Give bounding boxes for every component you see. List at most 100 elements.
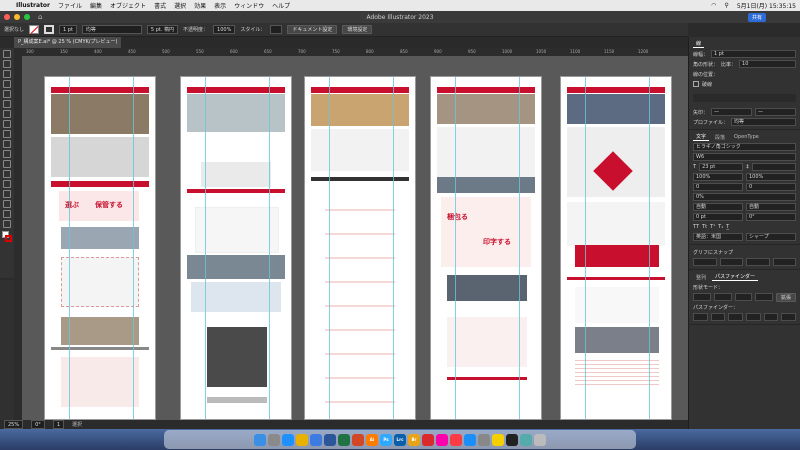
font-size-input[interactable]: 23 pt bbox=[699, 163, 744, 171]
horizontal-scale-input[interactable]: 100% bbox=[693, 173, 743, 181]
wifi-icon[interactable]: ◠ bbox=[707, 2, 720, 9]
arrowhead-end-select[interactable]: — bbox=[755, 108, 797, 116]
stroke-weight-input[interactable]: 1 pt bbox=[711, 50, 796, 58]
dock-app-preview-icon[interactable] bbox=[520, 433, 532, 446]
menu-file[interactable]: ファイル bbox=[54, 1, 86, 10]
brush-select[interactable]: 5 pt. 楕円 bbox=[146, 25, 179, 34]
menu-edit[interactable]: 編集 bbox=[86, 1, 106, 10]
tab-align[interactable]: 整列 bbox=[693, 274, 709, 281]
fill-stroke-widget[interactable] bbox=[0, 230, 14, 246]
shape-builder-tool-icon[interactable] bbox=[3, 180, 11, 188]
type-tool-icon[interactable] bbox=[3, 90, 11, 98]
font-style-select[interactable]: W6 bbox=[693, 153, 796, 161]
snap-option-4[interactable] bbox=[772, 258, 796, 266]
arrowhead-start-select[interactable]: — bbox=[711, 108, 753, 116]
menu-effect[interactable]: 効果 bbox=[190, 1, 210, 10]
artboard-1[interactable]: 選ぶ 保管する bbox=[44, 76, 156, 420]
unite-button[interactable] bbox=[693, 293, 711, 301]
divide-button[interactable] bbox=[693, 313, 708, 321]
tracking-input[interactable]: 0 bbox=[746, 183, 796, 191]
menu-help[interactable]: ヘルプ bbox=[268, 1, 294, 10]
opacity-field[interactable]: 100% bbox=[213, 25, 236, 34]
style-select[interactable] bbox=[270, 25, 283, 34]
artboard-number-field[interactable]: 1 bbox=[52, 420, 64, 429]
selection-tool-icon[interactable] bbox=[3, 50, 11, 58]
char-rotation-input[interactable]: 0° bbox=[746, 213, 796, 221]
minus-front-button[interactable] bbox=[713, 293, 732, 301]
stroke-color-icon[interactable] bbox=[5, 235, 12, 242]
dock-app-lrc-icon[interactable]: Lrc bbox=[394, 433, 406, 446]
dock-app-launchpad-icon[interactable] bbox=[268, 433, 280, 446]
rotation-field[interactable]: 0° bbox=[31, 420, 45, 429]
dock-app-photos-icon[interactable] bbox=[436, 433, 448, 446]
menu-select[interactable]: 選択 bbox=[170, 1, 190, 10]
intersect-button[interactable] bbox=[734, 293, 753, 301]
crop-button[interactable] bbox=[746, 313, 761, 321]
hand-tool-icon[interactable] bbox=[3, 210, 11, 218]
tab-opentype[interactable]: OpenType bbox=[731, 134, 762, 140]
profile-select[interactable]: 均等 bbox=[731, 118, 796, 126]
dock-app-word-icon[interactable] bbox=[324, 433, 336, 446]
dash-fields[interactable] bbox=[693, 94, 796, 102]
tab-paragraph[interactable]: 段落 bbox=[712, 134, 728, 141]
pencil-tool-icon[interactable] bbox=[3, 130, 11, 138]
menu-window[interactable]: ウィンドウ bbox=[230, 1, 268, 10]
aki-right-input[interactable]: 自動 bbox=[746, 203, 796, 211]
dock-app-mail-icon[interactable] bbox=[310, 433, 322, 446]
canvas[interactable]: 300 350 400 450 500 550 600 650 700 750 800 850 900 9… bbox=[14, 48, 688, 420]
dock-app-terminal-icon[interactable] bbox=[506, 433, 518, 446]
underline-icon[interactable]: T̲ bbox=[726, 224, 729, 230]
document-setup-button[interactable]: ドキュメント設定 bbox=[287, 25, 338, 34]
width-tool-icon[interactable] bbox=[3, 170, 11, 178]
curvature-tool-icon[interactable] bbox=[3, 80, 11, 88]
rectangle-tool-icon[interactable] bbox=[3, 110, 11, 118]
dock-app-music-icon[interactable] bbox=[450, 433, 462, 446]
scale-tool-icon[interactable] bbox=[3, 160, 11, 168]
dock-app-ps-icon[interactable]: Ps bbox=[380, 433, 392, 446]
language-select[interactable]: 英語：米国 bbox=[693, 233, 743, 241]
artboard-4[interactable]: 梱包る 印字する bbox=[430, 76, 542, 420]
search-icon[interactable]: ⚲ bbox=[720, 2, 732, 9]
rotate-tool-icon[interactable] bbox=[3, 150, 11, 158]
kerning-input[interactable]: 0 bbox=[693, 183, 743, 191]
menu-type[interactable]: 書式 bbox=[150, 1, 170, 10]
artboard-5[interactable] bbox=[560, 76, 672, 420]
stroke-profile-select[interactable]: 均等 bbox=[81, 25, 142, 34]
superscript-icon[interactable]: T¹ bbox=[710, 224, 715, 230]
subscript-icon[interactable]: T₁ bbox=[718, 224, 723, 230]
tab-pathfinder[interactable]: パスファインダー bbox=[712, 273, 759, 281]
trim-button[interactable] bbox=[710, 313, 726, 321]
artboard-2[interactable] bbox=[180, 76, 292, 420]
stroke-swatch-icon[interactable] bbox=[44, 25, 55, 34]
share-button[interactable]: 共有 bbox=[747, 13, 766, 22]
stroke-tab[interactable]: 線 bbox=[693, 40, 705, 48]
all-caps-icon[interactable]: TT bbox=[693, 224, 699, 230]
dash-checkbox[interactable] bbox=[693, 81, 699, 87]
dock-app-chrome-icon[interactable] bbox=[296, 433, 308, 446]
dock-app-excel-icon[interactable] bbox=[338, 433, 350, 446]
zoom-tool-icon[interactable] bbox=[3, 220, 11, 228]
snap-option-3[interactable] bbox=[746, 258, 770, 266]
paintbrush-tool-icon[interactable] bbox=[3, 120, 11, 128]
dock-app-safari-icon[interactable] bbox=[282, 433, 294, 446]
fill-swatch-icon[interactable] bbox=[29, 25, 40, 34]
merge-button[interactable] bbox=[728, 313, 744, 321]
menu-view[interactable]: 表示 bbox=[210, 1, 230, 10]
expand-button[interactable]: 拡張 bbox=[776, 292, 797, 302]
menu-clock[interactable]: 5月1日(月) 15:35:15 bbox=[733, 1, 800, 10]
eraser-tool-icon[interactable] bbox=[3, 140, 11, 148]
preferences-button[interactable]: 環境設定 bbox=[342, 25, 373, 34]
dock-app-acrobat-icon[interactable] bbox=[422, 433, 434, 446]
antialias-select[interactable]: シャープ bbox=[746, 233, 796, 241]
snap-option-1[interactable] bbox=[693, 258, 717, 266]
minus-back-button[interactable] bbox=[781, 313, 797, 321]
dock-app-notes-icon[interactable] bbox=[492, 433, 504, 446]
dock-app-trash-icon[interactable] bbox=[534, 433, 546, 446]
small-caps-icon[interactable]: Tt bbox=[702, 224, 707, 230]
direct-selection-tool-icon[interactable] bbox=[3, 60, 11, 68]
miter-input[interactable]: 10 bbox=[739, 60, 796, 68]
vertical-scale-input[interactable]: 100% bbox=[746, 173, 796, 181]
artboard-3[interactable] bbox=[304, 76, 416, 420]
dock-app-br-icon[interactable]: Br bbox=[408, 433, 420, 446]
dock-app-settings-icon[interactable] bbox=[478, 433, 490, 446]
